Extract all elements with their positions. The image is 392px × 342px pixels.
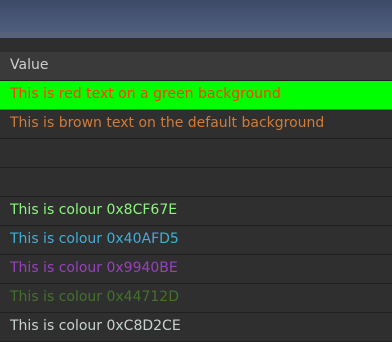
row-text: This is colour 0x44712D bbox=[10, 289, 179, 305]
row-text: This is colour 0x8CF67E bbox=[10, 202, 178, 218]
table-row[interactable]: This is colour 0x40AFD5 bbox=[0, 226, 392, 255]
table-row[interactable]: This is colour 0x9940BE bbox=[0, 255, 392, 284]
row-text: This is colour 0x9940BE bbox=[10, 260, 178, 276]
row-text: This is brown text on the default backgr… bbox=[10, 115, 325, 131]
toolbar-gap bbox=[0, 38, 392, 52]
table-row[interactable]: This is colour 0x44712D bbox=[0, 284, 392, 313]
table-row[interactable]: This is red text on a green background bbox=[0, 81, 392, 110]
table-row[interactable] bbox=[0, 168, 392, 197]
column-header-label: Value bbox=[10, 57, 49, 73]
column-header-value[interactable]: Value bbox=[0, 52, 392, 81]
row-text: This is red text on a green background bbox=[10, 86, 281, 102]
table-row[interactable]: This is brown text on the default backgr… bbox=[0, 110, 392, 139]
table-row[interactable]: This is colour 0x8CF67E bbox=[0, 197, 392, 226]
table-row[interactable]: This is colour 0xC8D2CE bbox=[0, 313, 392, 342]
title-bar bbox=[0, 0, 392, 38]
table-row[interactable] bbox=[0, 139, 392, 168]
table-body: This is red text on a green background T… bbox=[0, 81, 392, 342]
row-text: This is colour 0x40AFD5 bbox=[10, 231, 179, 247]
row-text: This is colour 0xC8D2CE bbox=[10, 318, 181, 334]
